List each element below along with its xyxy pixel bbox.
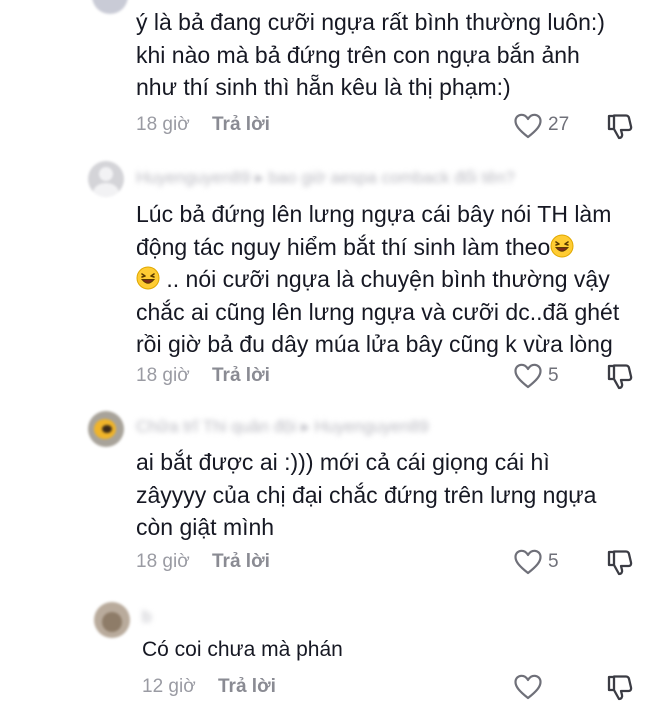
thumbs-down-icon[interactable] [606,111,634,141]
heart-outline-icon[interactable] [513,548,543,576]
comment-text: Có coi chưa mà phán [142,638,343,661]
heart-outline-icon[interactable] [513,673,543,701]
like-count: 27 [548,114,570,135]
thumbs-down-icon[interactable] [606,547,634,577]
laughing-emoji-icon [136,266,160,290]
like-count: 5 [548,365,559,386]
comment-time: 18 giờ [136,114,190,135]
like-count: 5 [548,551,559,572]
thumbs-down-icon[interactable] [606,672,634,702]
reply-button[interactable]: Trả lời [212,365,270,387]
comment-text-part: Lúc bả đứng lên lưng ngựa cái bây nói TH… [136,201,612,260]
thumbs-down-icon[interactable] [606,361,634,391]
comment-text: ai bắt được ai :))) mới cả cái giọng cái… [136,449,597,540]
comment-text: ý là bả đang cưỡi ngựa rất bình thường l… [136,9,605,100]
avatar[interactable] [94,602,130,638]
heart-outline-icon[interactable] [513,362,543,390]
comment-time: 12 giờ [142,676,196,697]
avatar[interactable] [88,411,124,447]
heart-outline-icon[interactable] [513,112,543,140]
comment-username[interactable]: Chữa trĩ Thi quân đội ▸ Huyenguyen89 [136,417,429,437]
reply-button[interactable]: Trả lời [218,676,276,698]
comment-username[interactable]: Huyenguyen89 ▸ bao giờ aespa comback đổi… [136,168,515,188]
reply-button[interactable]: Trả lời [212,551,270,573]
comment-text: Lúc bả đứng lên lưng ngựa cái bây nói TH… [136,198,656,361]
avatar[interactable] [92,0,128,14]
laughing-emoji-icon [550,234,574,257]
comment-username[interactable]: b [142,607,151,627]
comment-time: 18 giờ [136,365,190,386]
avatar[interactable] [88,161,124,197]
reply-button[interactable]: Trả lời [212,114,270,136]
comment-time: 18 giờ [136,551,190,572]
comment-text-part: .. nói cưỡi ngựa là chuyện bình thường v… [136,266,620,357]
